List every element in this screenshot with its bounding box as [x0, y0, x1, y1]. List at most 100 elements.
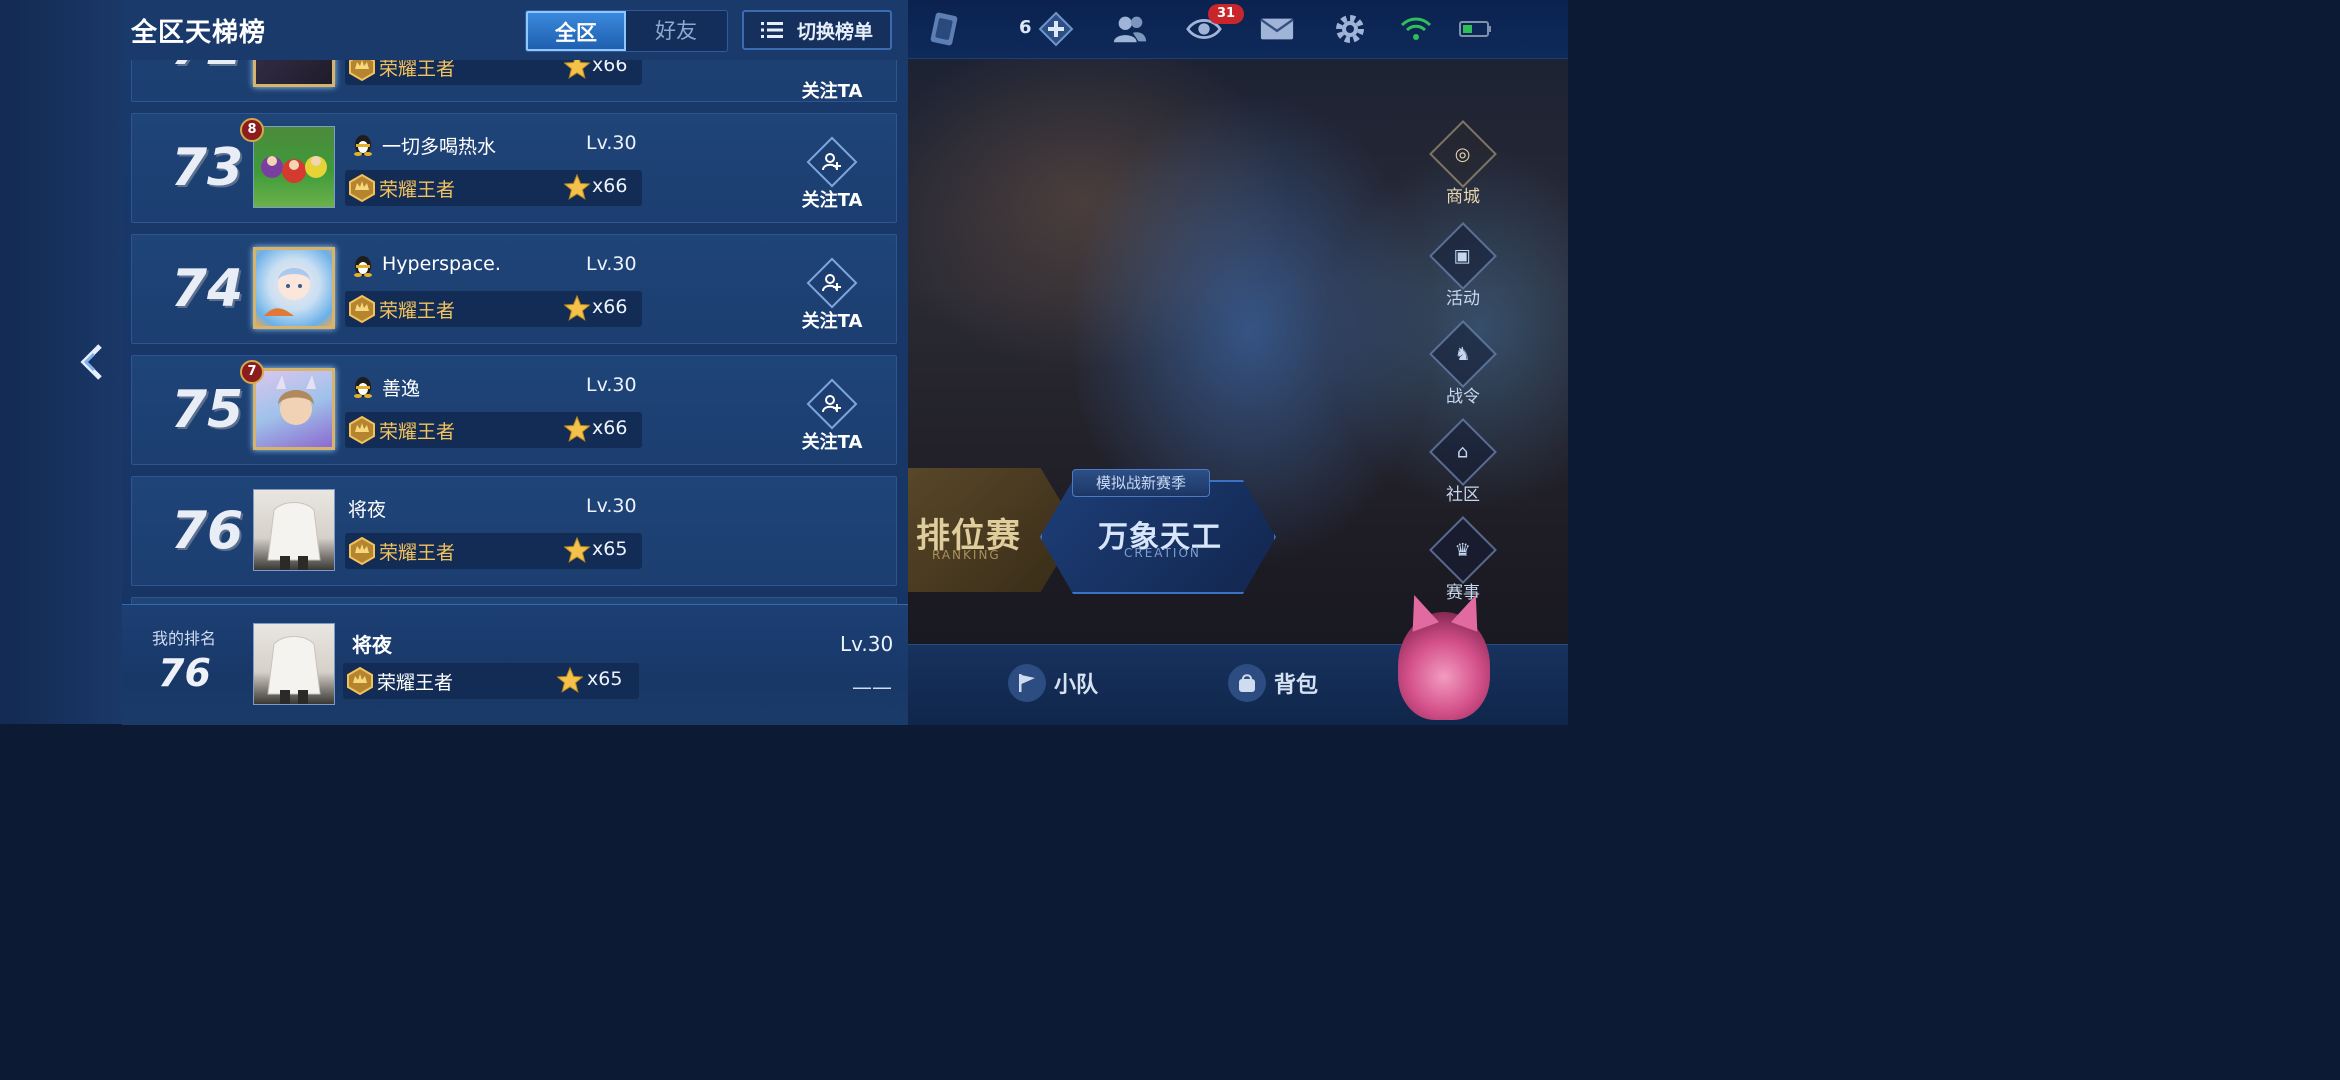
page-title: 全区天梯榜	[131, 18, 267, 48]
side-menu-shop-label: 商城	[1446, 187, 1480, 207]
friends-icon[interactable]	[1112, 11, 1148, 47]
rank-tier: 荣耀王者	[379, 300, 456, 322]
side-menu-battlepass[interactable]: ♞ 战令	[1428, 320, 1498, 407]
rank-number: 74	[170, 259, 244, 319]
battlepass-icon: ♞	[1429, 320, 1497, 388]
my-player-name: 将夜	[352, 633, 392, 657]
creation-mode-sub: CREATION	[1124, 546, 1201, 560]
avatar[interactable]	[253, 247, 335, 329]
battery-icon	[1458, 11, 1494, 47]
rank-tier: 荣耀王者	[379, 542, 456, 564]
rank-number: 76	[170, 501, 244, 561]
community-icon: ⌂	[1429, 418, 1497, 486]
bottom-nav-bag-label: 背包	[1274, 673, 1319, 698]
follow-user-icon	[806, 136, 858, 188]
table-row[interactable]	[131, 597, 897, 604]
player-level: Lv.30	[586, 253, 637, 275]
star-count: x66	[592, 60, 628, 76]
star-count: x66	[592, 175, 628, 197]
avatar[interactable]	[253, 60, 335, 87]
vip-level-badge: 7	[240, 360, 264, 384]
shop-icon: ◎	[1429, 120, 1497, 188]
player-name: 善逸	[382, 378, 421, 400]
rank-bar: 荣耀王者 x66	[345, 412, 642, 448]
tab-all-region[interactable]: 全区	[526, 11, 626, 51]
rank-number: 75	[170, 380, 244, 440]
side-menu-battlepass-label: 战令	[1446, 387, 1480, 407]
avatar[interactable]	[253, 368, 335, 450]
avatar[interactable]	[253, 623, 335, 705]
side-menu-activity-label: 活动	[1446, 289, 1480, 309]
crown-emblem-icon	[347, 666, 373, 696]
crown-emblem-icon	[349, 60, 375, 82]
bag-icon	[1228, 664, 1266, 702]
rank-tier: 荣耀王者	[377, 672, 454, 694]
bottom-nav-bag[interactable]: 背包	[1228, 664, 1318, 702]
chevron-left-icon	[80, 344, 102, 380]
player-level: Lv.30	[586, 132, 637, 154]
creation-mode-button[interactable]: 万象天工 CREATION	[1040, 480, 1276, 594]
player-level: Lv.30	[586, 495, 637, 517]
switch-board-button[interactable]: 切换榜单	[742, 10, 892, 50]
side-menu-community-label: 社区	[1446, 485, 1480, 505]
follow-button[interactable]: 关注TA	[792, 257, 872, 333]
follow-button[interactable]: 关注TA	[792, 378, 872, 454]
scope-tabs: 全区 好友	[525, 10, 728, 52]
switch-board-label: 切换榜单	[796, 20, 873, 43]
table-row[interactable]: 76 将夜 Lv.30 荣耀王者 x65	[131, 476, 897, 586]
star-count: x65	[587, 668, 623, 690]
table-row[interactable]: 74 Hyperspace. Lv.30 荣耀王者 x66 关注TA	[131, 234, 897, 344]
my-rank-bar: 我的排名 76 将夜 Lv.30 荣耀王者 x65 ——	[122, 604, 908, 725]
star-icon	[564, 416, 590, 442]
follow-user-icon	[806, 378, 858, 430]
trophy-icon: ♛	[1429, 516, 1497, 584]
crown-emblem-icon	[349, 415, 375, 445]
tab-friends[interactable]: 好友	[626, 11, 726, 51]
player-level: Lv.30	[586, 374, 637, 396]
crown-emblem-icon	[349, 173, 375, 203]
crown-emblem-icon	[349, 294, 375, 324]
rank-bar: 荣耀王者 x66	[345, 60, 642, 85]
qq-penguin-icon	[354, 256, 372, 277]
leaderboard-list[interactable]: 72 荣耀王者 x66 关注TA 73 8 一切多喝热水 Lv.30 荣耀王者 …	[122, 60, 908, 604]
avatar[interactable]	[253, 489, 335, 571]
follow-label: 关注TA	[801, 81, 863, 102]
rank-tier: 荣耀王者	[379, 179, 456, 201]
my-rank-number: 76	[158, 651, 211, 695]
ranking-mode-sub: RANKING	[932, 548, 1001, 562]
notification-badge: 31	[1208, 4, 1244, 24]
my-rank-label: 我的排名	[152, 629, 217, 648]
player-name: Hyperspace.	[382, 253, 501, 275]
side-menu-shop[interactable]: ◎ 商城	[1428, 120, 1498, 207]
table-row[interactable]: 75 7 善逸 Lv.30 荣耀王者 x66 关注TA	[131, 355, 897, 465]
bottom-nav-team-label: 小队	[1054, 673, 1099, 698]
crown-emblem-icon	[349, 536, 375, 566]
follow-label: 关注TA	[801, 311, 863, 332]
rank-number: 73	[170, 138, 244, 198]
star-icon	[564, 295, 590, 321]
follow-button[interactable]: 关注TA	[792, 60, 872, 103]
mail-icon[interactable]	[1259, 11, 1295, 47]
mascot-character[interactable]	[1398, 612, 1490, 720]
qq-penguin-icon	[354, 135, 372, 156]
bottom-nav-team[interactable]: 小队	[1008, 664, 1098, 702]
star-icon	[564, 174, 590, 200]
avatar[interactable]	[253, 126, 335, 208]
table-row[interactable]: 72 荣耀王者 x66 关注TA	[131, 60, 897, 102]
list-icon	[760, 22, 783, 38]
collapse-panel-button[interactable]	[74, 342, 108, 382]
star-count: x65	[592, 538, 628, 560]
star-count: x66	[592, 417, 628, 439]
rank-tier: 荣耀王者	[379, 60, 456, 80]
wifi-icon	[1398, 11, 1434, 47]
season-tag: 模拟战新赛季	[1072, 469, 1210, 497]
gear-icon[interactable]	[1332, 11, 1368, 47]
follow-label: 关注TA	[801, 190, 863, 211]
card-icon[interactable]	[926, 11, 962, 47]
side-menu-activity[interactable]: ▣ 活动	[1428, 222, 1498, 309]
add-coin-icon[interactable]	[1038, 11, 1074, 47]
follow-button[interactable]: 关注TA	[792, 136, 872, 212]
table-row[interactable]: 73 8 一切多喝热水 Lv.30 荣耀王者 x66 关注TA	[131, 113, 897, 223]
side-menu-community[interactable]: ⌂ 社区	[1428, 418, 1498, 505]
star-icon	[564, 60, 590, 79]
